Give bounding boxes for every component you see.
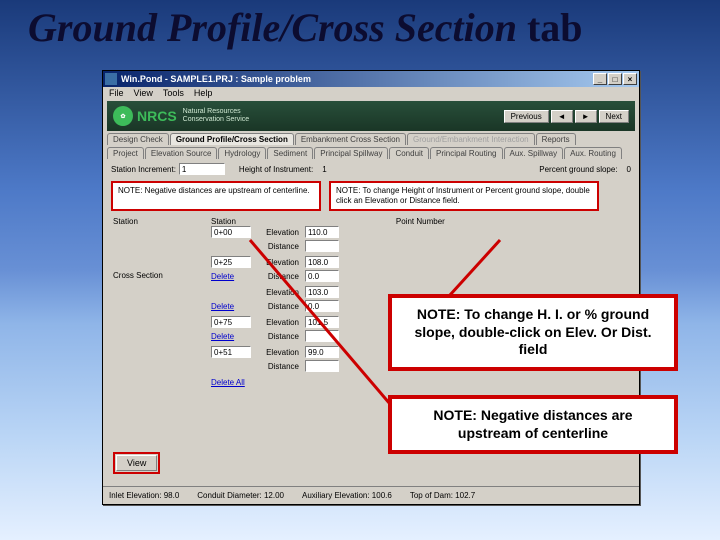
status-inlet: Inlet Elevation: 98.0: [109, 491, 179, 500]
elevation-label: Elevation: [257, 288, 299, 297]
distance-input[interactable]: [305, 240, 339, 252]
distance-input[interactable]: [305, 360, 339, 372]
menu-help[interactable]: Help: [194, 88, 213, 98]
station-input[interactable]: 0+75: [211, 316, 251, 328]
tab-design-check[interactable]: Design Check: [107, 133, 169, 145]
distance-label: Distance: [257, 272, 299, 281]
elevation-input[interactable]: 108.0: [305, 256, 339, 268]
delete-link[interactable]: Delete: [211, 332, 251, 341]
tab-reports[interactable]: Reports: [536, 133, 576, 145]
callout-change-hi: NOTE: To change H. I. or % ground slope,…: [388, 294, 678, 371]
status-conduit: Conduit Diameter: 12.00: [197, 491, 284, 500]
tab-principal-spillway[interactable]: Principal Spillway: [314, 147, 388, 159]
status-top: Top of Dam: 102.7: [410, 491, 475, 500]
height-instrument-value: 1: [322, 165, 326, 174]
note-negative-distances: NOTE: Negative distances are upstream of…: [111, 181, 321, 211]
tab-sediment[interactable]: Sediment: [267, 147, 313, 159]
slide-title: Ground Profile/Cross Section tab: [28, 4, 583, 51]
col-station: Station: [211, 217, 236, 226]
minimize-button[interactable]: _: [593, 73, 607, 85]
app-icon: [105, 73, 117, 85]
nav-right-button[interactable]: ►: [575, 110, 597, 123]
table-row: 0+00 Elevation 110.0: [211, 226, 631, 238]
tab-ground-embankment[interactable]: Ground/Embankment Interaction: [407, 133, 535, 145]
delete-link[interactable]: Delete: [211, 272, 251, 281]
height-instrument-label: Height of Instrument:: [239, 165, 313, 174]
tab-row-upper: Design Check Ground Profile/Cross Sectio…: [103, 133, 639, 145]
distance-label: Distance: [257, 242, 299, 251]
titlebar: Win.Pond - SAMPLE1.PRJ : Sample problem …: [103, 71, 639, 87]
col-pointnum: Point Number: [396, 217, 445, 226]
elevation-input[interactable]: 103.0: [305, 286, 339, 298]
menu-file[interactable]: File: [109, 88, 124, 98]
slide-title-italic: Ground Profile/Cross Section: [28, 5, 517, 50]
callout-negative-distances: NOTE: Negative distances are upstream of…: [388, 395, 678, 454]
menu-tools[interactable]: Tools: [163, 88, 184, 98]
delete-link[interactable]: Delete: [211, 302, 251, 311]
note-change-hi: NOTE: To change Height of Instrument or …: [329, 181, 599, 211]
window-title: Win.Pond - SAMPLE1.PRJ : Sample problem: [121, 74, 311, 84]
elevation-input[interactable]: 99.0: [305, 346, 339, 358]
delete-all-link[interactable]: Delete All: [211, 378, 245, 387]
status-bar: Inlet Elevation: 98.0 Conduit Diameter: …: [103, 486, 639, 504]
window-controls: _ □ ×: [593, 73, 637, 85]
elevation-input[interactable]: 110.0: [305, 226, 339, 238]
tab-aux-routing[interactable]: Aux. Routing: [564, 147, 622, 159]
distance-input[interactable]: [305, 330, 339, 342]
next-button[interactable]: Next: [599, 110, 629, 123]
menubar: File View Tools Help: [103, 87, 639, 99]
distance-label: Distance: [257, 302, 299, 311]
label-cross-section: Cross Section: [113, 271, 163, 280]
station-input[interactable]: 0+00: [211, 226, 251, 238]
elevation-label: Elevation: [257, 318, 299, 327]
elevation-label: Elevation: [257, 228, 299, 237]
slide-title-plain: tab: [517, 5, 583, 50]
close-button[interactable]: ×: [623, 73, 637, 85]
height-instrument-field: Height of Instrument: 1: [239, 165, 327, 174]
station-input[interactable]: 0+25: [211, 256, 251, 268]
table-row: 0+25 Elevation 108.0: [211, 256, 631, 268]
tab-principal-routing[interactable]: Principal Routing: [430, 147, 502, 159]
table-row: Delete Distance 0.0: [211, 270, 631, 282]
view-button[interactable]: View: [116, 455, 157, 471]
tab-embankment[interactable]: Embankment Cross Section: [295, 133, 406, 145]
parameters-row: Station Increment: 1 Height of Instrumen…: [103, 159, 639, 179]
notes-row: NOTE: Negative distances are upstream of…: [103, 179, 639, 213]
distance-input[interactable]: 0.0: [305, 300, 339, 312]
elevation-input[interactable]: 101.5: [305, 316, 339, 328]
distance-input[interactable]: 0.0: [305, 270, 339, 282]
tab-row-lower: Project Elevation Source Hydrology Sedim…: [103, 147, 639, 159]
prev-button[interactable]: Previous: [504, 110, 549, 123]
tab-aux-spillway[interactable]: Aux. Spillway: [504, 147, 564, 159]
tab-project[interactable]: Project: [107, 147, 144, 159]
distance-label: Distance: [257, 332, 299, 341]
tab-elev-source[interactable]: Elevation Source: [145, 147, 217, 159]
station-increment-field: Station Increment: 1: [111, 163, 225, 175]
status-aux: Auxiliary Elevation: 100.6: [302, 491, 392, 500]
station-increment-input[interactable]: 1: [179, 163, 225, 175]
label-station: Station: [113, 217, 138, 226]
distance-label: Distance: [257, 362, 299, 371]
nrcs-logo-icon: ✿: [113, 106, 133, 126]
banner: ✿ NRCS Natural Resources Conservation Se…: [107, 101, 635, 131]
percent-slope-field: Percent ground slope: 0: [539, 165, 631, 174]
station-increment-label: Station Increment:: [111, 165, 176, 174]
org-name: NRCS: [137, 108, 177, 124]
percent-slope-label: Percent ground slope:: [539, 165, 617, 174]
table-row: Distance: [211, 240, 631, 252]
tab-ground-profile[interactable]: Ground Profile/Cross Section: [170, 133, 294, 145]
maximize-button[interactable]: □: [608, 73, 622, 85]
tab-conduit[interactable]: Conduit: [389, 147, 429, 159]
nav-buttons: Previous ◄ ► Next: [504, 110, 629, 123]
station-input[interactable]: 0+51: [211, 346, 251, 358]
elevation-label: Elevation: [257, 348, 299, 357]
nav-left-button[interactable]: ◄: [551, 110, 573, 123]
org-subtitle: Natural Resources Conservation Service: [183, 108, 250, 123]
menu-view[interactable]: View: [134, 88, 153, 98]
elevation-label: Elevation: [257, 258, 299, 267]
percent-slope-value: 0: [627, 165, 631, 174]
view-button-highlight: View: [113, 452, 160, 474]
tab-hydrology[interactable]: Hydrology: [218, 147, 266, 159]
